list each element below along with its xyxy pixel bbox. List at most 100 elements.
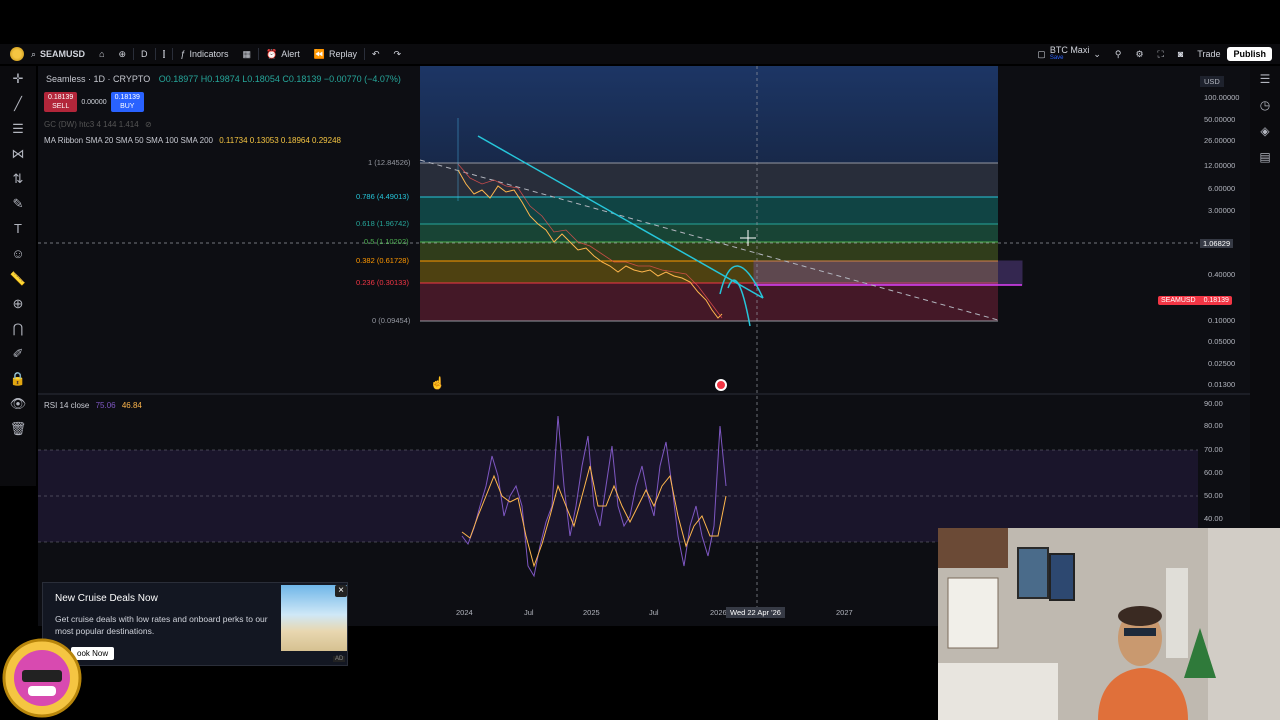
- settings-button[interactable]: ⚙: [1128, 44, 1150, 64]
- undo-button[interactable]: ↶: [365, 44, 387, 64]
- gc-indicator-label: GC (DW) htc3 4 144 1.414: [44, 120, 139, 129]
- symbol-tag-name: SEAMUSD: [1161, 297, 1196, 304]
- ad-banner[interactable]: New Cruise Deals Now Get cruise deals wi…: [42, 582, 348, 666]
- rsi-tick: 40.00: [1204, 514, 1223, 523]
- remove-tool[interactable]: 🗑: [0, 416, 36, 441]
- redo-icon: ↷: [393, 48, 402, 59]
- replay-button[interactable]: ⏪ Replay: [307, 44, 364, 64]
- rsi-tick: 60.00: [1204, 468, 1223, 477]
- event-flag-icon[interactable]: [715, 379, 727, 391]
- alert-label: Alert: [281, 49, 300, 59]
- buy-button[interactable]: 0.18139 BUY: [110, 92, 144, 112]
- undo-icon: ↶: [371, 48, 380, 59]
- prediction-tool[interactable]: ⇅: [0, 166, 36, 191]
- close-icon[interactable]: ×: [335, 585, 347, 597]
- ruler-icon: 📏: [9, 270, 27, 286]
- alarm-clock-icon: ⏰: [266, 48, 278, 59]
- zoom-icon: ⊕: [12, 295, 24, 311]
- templates-button[interactable]: ▦: [235, 44, 258, 64]
- replay-label: Replay: [328, 49, 357, 59]
- price-tick: 0.40000: [1208, 270, 1236, 279]
- interval-button[interactable]: D: [134, 44, 155, 64]
- symbol-legend[interactable]: Seamless · 1D · CRYPTO O0.18977 H0.19874…: [46, 74, 401, 84]
- pattern-tool[interactable]: ⋈: [0, 141, 36, 166]
- trade-button[interactable]: Trade: [1190, 44, 1227, 64]
- fib-zone-0236: [420, 283, 998, 321]
- buy-sell-panel: 0.18139 SELL 0.00000 0.18139 BUY: [44, 92, 144, 112]
- chart-type-button[interactable]: ⫿: [156, 44, 173, 64]
- right-sidebar: ☰ ◷ ◈ ▤: [1250, 66, 1280, 536]
- currency-selector[interactable]: USD: [1200, 76, 1224, 87]
- price-tick: 12.00000: [1204, 161, 1236, 170]
- magnet-tool[interactable]: ⋂: [0, 316, 36, 341]
- price-tick: 0.10000: [1208, 316, 1236, 325]
- snapshot-button[interactable]: ◙: [1171, 44, 1190, 64]
- chat-button[interactable]: ▤: [1250, 144, 1280, 170]
- fib-tool[interactable]: ☰: [0, 116, 36, 141]
- symbol-price-tag: SEAMUSD 0.18139: [1158, 296, 1232, 305]
- layers-icon: ◈: [1260, 124, 1270, 138]
- alerts-panel-button[interactable]: ◷: [1250, 92, 1280, 118]
- price-tick: 0.01300: [1208, 380, 1236, 389]
- gc-indicator-legend[interactable]: GC (DW) htc3 4 144 1.414 ⊘: [44, 120, 152, 129]
- letterbox-top: [0, 0, 1280, 44]
- crosshair-date: Wed 22 Apr '26: [726, 607, 785, 618]
- toolbar-right: ▢ BTC Maxi Save ⌄ ⚲ ⚙ ⛶ ◙ Trade Publish: [1030, 44, 1280, 64]
- time-tick: Jul: [649, 608, 659, 617]
- top-toolbar: ⌕ SEAMUSD ⌂ ⊕ D ⫿ ƒ Indicators ▦ ⏰ Alert…: [0, 44, 1280, 64]
- quick-search-button[interactable]: ⚲: [1108, 44, 1129, 64]
- eye-off-icon: ⊘: [144, 120, 152, 129]
- layout-name: BTC Maxi: [1049, 45, 1090, 55]
- alert-button[interactable]: ⏰ Alert: [259, 44, 307, 64]
- ruler-tool[interactable]: 📏: [0, 266, 36, 291]
- rsi-tick: 50.00: [1204, 491, 1223, 500]
- publish-button[interactable]: Publish: [1227, 47, 1272, 61]
- magnet-icon: ⋂: [12, 320, 24, 336]
- trendline-icon: ╱: [14, 95, 22, 111]
- lock-tool[interactable]: 🔒: [0, 366, 36, 391]
- ad-title: New Cruise Deals Now: [55, 593, 158, 604]
- emoji-tool[interactable]: ☺: [0, 241, 36, 266]
- layers-button[interactable]: ◈: [1250, 118, 1280, 144]
- ohlc-values: O0.18977 H0.19874 L0.18054 C0.18139 −0.0…: [158, 74, 401, 84]
- crosshair-tool[interactable]: ✛: [0, 66, 36, 91]
- brush-tool[interactable]: ✎: [0, 191, 36, 216]
- trendline-tool[interactable]: ╱: [0, 91, 36, 116]
- fullscreen-button[interactable]: ⛶: [1151, 44, 1171, 64]
- rsi-value-2: 46.84: [121, 401, 142, 410]
- zoom-tool[interactable]: ⊕: [0, 291, 36, 316]
- symbol-search[interactable]: ⌕ SEAMUSD: [24, 44, 92, 64]
- fib-icon: ☰: [12, 120, 24, 136]
- ad-tag: AD: [333, 656, 346, 662]
- hide-tool[interactable]: 👁: [0, 391, 36, 416]
- symbol-title: Seamless · 1D · CRYPTO: [46, 74, 151, 84]
- price-tick: 0.02500: [1208, 359, 1236, 368]
- ma-ribbon-legend[interactable]: MA Ribbon SMA 20 SMA 50 SMA 100 SMA 200 …: [44, 136, 341, 145]
- time-tick: Jul: [524, 608, 534, 617]
- chat-icon: ▤: [1259, 150, 1271, 164]
- redo-button[interactable]: ↷: [387, 44, 409, 64]
- compare-button[interactable]: ⌂: [92, 44, 111, 64]
- plus-circle-icon: ⊕: [118, 48, 127, 59]
- price-tick: 0.05000: [1208, 337, 1236, 346]
- watchlist-button[interactable]: ☰: [1250, 66, 1280, 92]
- purple-box-drawing[interactable]: [753, 260, 1023, 286]
- indicators-button[interactable]: ƒ Indicators: [173, 44, 235, 64]
- hand-cursor-icon: ☝: [430, 376, 445, 390]
- draw-mode-tool[interactable]: ✐: [0, 341, 36, 366]
- profile-avatar[interactable]: [10, 47, 24, 61]
- add-symbol-button[interactable]: ⊕: [112, 44, 134, 64]
- layout-selector[interactable]: ▢ BTC Maxi Save ⌄: [1030, 44, 1108, 64]
- chevron-down-icon: ⌄: [1093, 48, 1101, 59]
- sell-label: SELL: [52, 103, 70, 110]
- interval-label: D: [141, 49, 148, 59]
- rsi-legend[interactable]: RSI 14 close 75.06 46.84: [44, 401, 142, 410]
- sell-button[interactable]: 0.18139 SELL: [44, 92, 78, 112]
- fib-label-0: 0 (0.09454): [372, 316, 411, 325]
- rsi-label: RSI 14 close: [44, 401, 90, 410]
- compare-icon: ⌂: [99, 49, 105, 59]
- text-tool[interactable]: T: [0, 216, 36, 241]
- clock-icon: ◷: [1259, 98, 1271, 112]
- indicators-label: Indicators: [189, 49, 229, 59]
- time-tick: 2026: [710, 608, 727, 617]
